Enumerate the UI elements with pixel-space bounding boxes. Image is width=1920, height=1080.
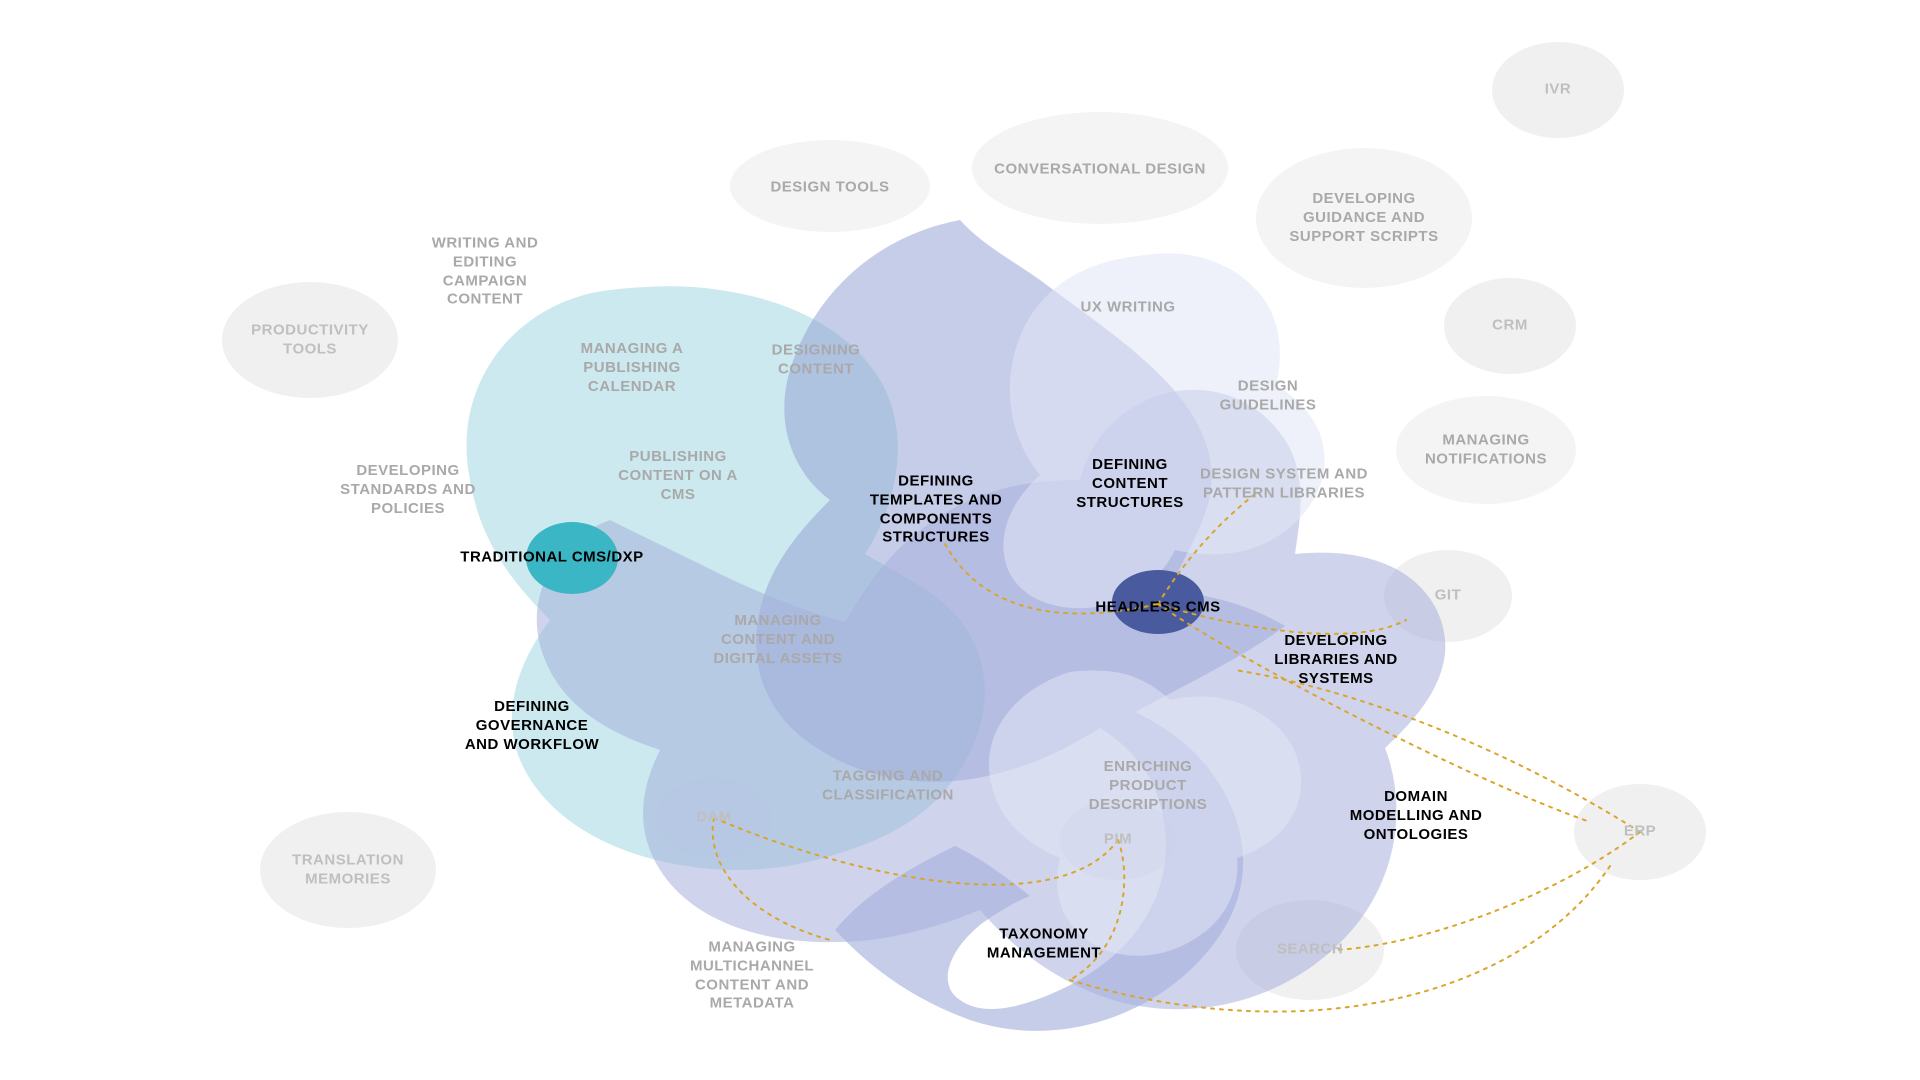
connector-4 (713, 818, 830, 940)
label-domainmodel: DOMAIN MODELLING AND ONTOLOGIES (1350, 788, 1483, 844)
label-designcontent: DESIGNING CONTENT (772, 341, 861, 379)
label-headlesscms: HEADLESS CMS (1095, 599, 1220, 618)
label-dspattern: DESIGN SYSTEM AND PATTERN LIBRARIES (1200, 465, 1368, 503)
label-crm: CRM (1492, 317, 1528, 336)
connector-5 (714, 818, 1118, 885)
label-taxonomy: TAXONOMY MANAGEMENT (987, 925, 1101, 963)
label-devstandards: DEVELOPING STANDARDS AND POLICIES (340, 462, 476, 518)
label-pim: PIM (1104, 831, 1132, 850)
concept-map-diagram: IVR CRM GIT ERP SEARCH PIM DAM TRANSLATION MEMO… (0, 0, 1920, 1080)
label-traditionalcms: TRADITIONAL CMS/DXP (460, 549, 643, 568)
label-managingcal: MANAGING A PUBLISHING CALENDAR (581, 340, 684, 396)
label-defstructures: DEFINING CONTENT STRUCTURES (1076, 456, 1184, 512)
label-designguidelines: DESIGN GUIDELINES (1220, 377, 1317, 415)
label-devguidance: DEVELOPING GUIDANCE AND SUPPORT SCRIPTS (1289, 190, 1438, 246)
label-enrichprod: ENRICHING PRODUCT DESCRIPTIONS (1089, 758, 1208, 814)
label-dam: DAM (696, 809, 732, 828)
label-uxwriting: UX WRITING (1081, 299, 1176, 318)
label-erp: ERP (1624, 823, 1656, 842)
label-devlibraries: DEVELOPING LIBRARIES AND SYSTEMS (1274, 632, 1397, 688)
label-designtools: DESIGN TOOLS (770, 179, 889, 198)
label-ivr: IVR (1545, 81, 1572, 100)
label-publishcms: PUBLISHING CONTENT ON A CMS (618, 448, 738, 504)
label-productivity: PRODUCTIVITY TOOLS (251, 321, 369, 359)
label-writingediting: WRITING AND EDITING CAMPAIGN CONTENT (432, 235, 539, 310)
label-convdesign: CONVERSATIONAL DESIGN (994, 161, 1206, 180)
connector-7 (1336, 832, 1640, 950)
label-defgovernance: DEFINING GOVERNANCE AND WORKFLOW (465, 698, 599, 754)
label-multichannel: MANAGING MULTICHANNEL CONTENT AND METADA… (690, 939, 814, 1014)
label-git: GIT (1435, 587, 1462, 606)
label-managingassets: MANAGING CONTENT AND DIGITAL ASSETS (713, 612, 842, 668)
label-translation: TRANSLATION MEMORIES (292, 851, 404, 889)
label-tagging: TAGGING AND CLASSIFICATION (822, 767, 954, 805)
connector-9 (1070, 866, 1610, 1012)
label-deftemplates: DEFINING TEMPLATES AND COMPONENTS STRUCT… (870, 473, 1002, 548)
label-managenotif: MANAGING NOTIFICATIONS (1425, 431, 1547, 469)
label-search: SEARCH (1277, 941, 1343, 960)
